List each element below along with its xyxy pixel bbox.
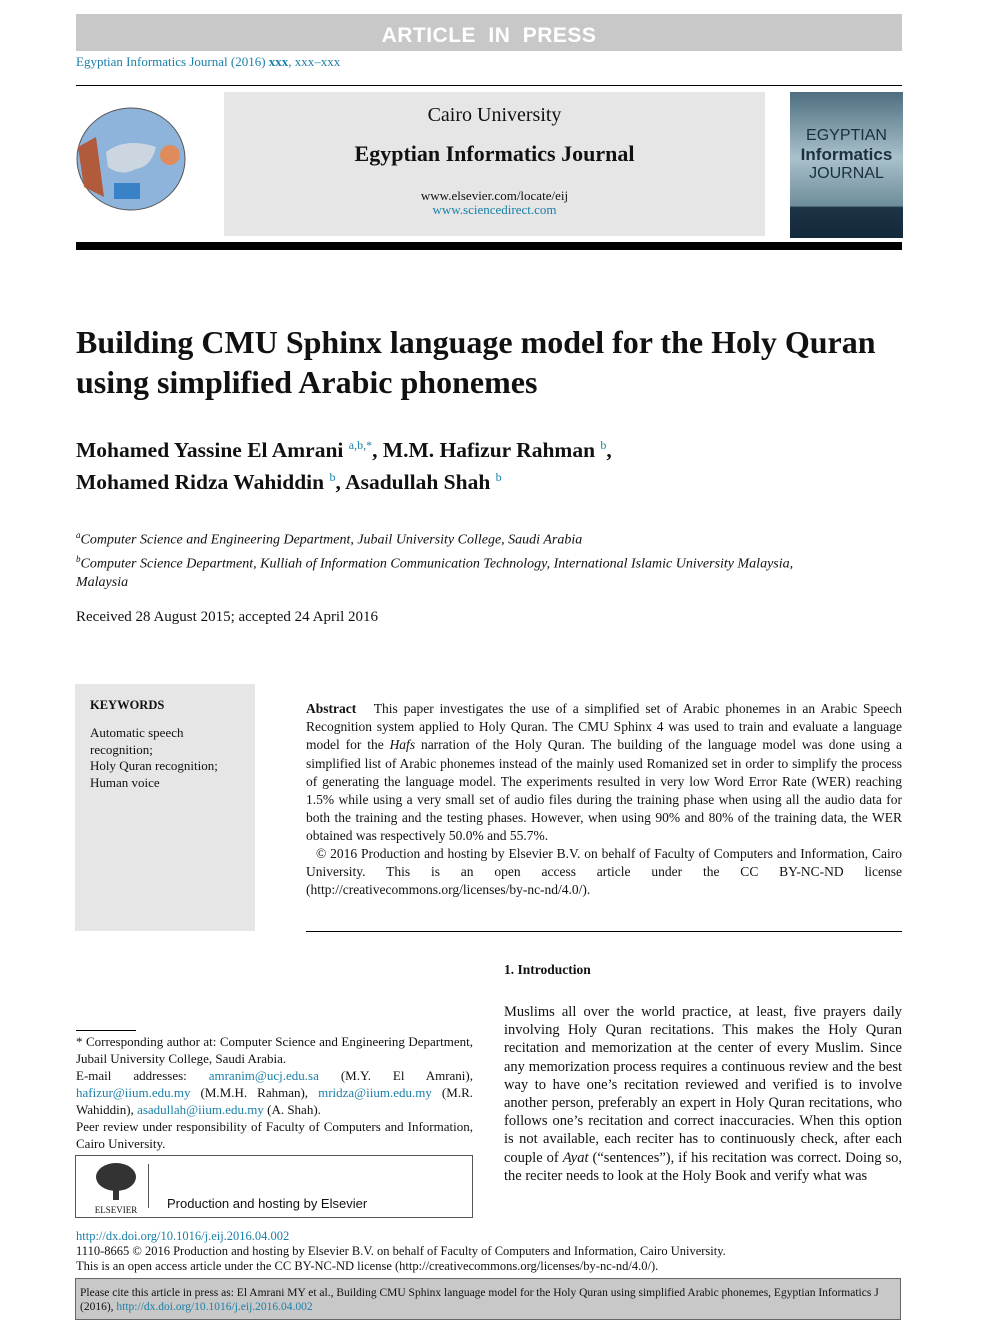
elsevier-hosting-label: Production and hosting by Elsevier (167, 1196, 368, 1211)
author-name: M.M. Hafizur Rahman (382, 438, 596, 463)
divider (76, 85, 902, 86)
journal-citation[interactable]: Egyptian Informatics Journal (2016) xxx,… (76, 54, 340, 70)
affiliation-text: Computer Science and Engineering Departm… (80, 532, 583, 548)
email-link[interactable]: hafizur@iium.edu.my (76, 1085, 191, 1100)
intro-paragraph: Muslims all over the world practice, at … (504, 1003, 902, 1185)
article-in-press-banner: ARTICLE IN PRESS (76, 14, 902, 51)
received-dates: Received 28 August 2015; accepted 24 Apr… (76, 609, 379, 625)
separator: , (335, 470, 346, 495)
email-owner: (M.M.H. Rahman), (190, 1085, 319, 1100)
abstract-label: Abstract (306, 701, 357, 716)
section-heading: 1. Introduction (504, 962, 591, 977)
university-name: Cairo University (427, 104, 562, 126)
email-owner: (M.Y. El Amrani), (318, 1068, 473, 1083)
peer-review-note: Peer review under responsibility of Facu… (76, 1119, 473, 1151)
journal-name: Egyptian Informatics Journal (354, 141, 635, 166)
elsevier-logo-text: ELSEVIER (94, 1205, 138, 1215)
author-affiliation-ref[interactable]: b (496, 470, 502, 484)
italic-term: Ayat (562, 1149, 589, 1166)
divider (306, 931, 902, 932)
author-name: Mohamed Ridza Wahiddin (76, 470, 325, 495)
citation-volume: xxx (268, 54, 289, 69)
author-name: Asadullah Shah (345, 470, 491, 495)
keyword: Automatic speech recognition; (90, 725, 184, 757)
separator: , (372, 438, 383, 463)
journal-cover: EGYPTIAN Informatics JOURNAL (790, 92, 903, 238)
abstract: Abstract This paper investigates the use… (306, 700, 902, 899)
affiliation: aComputer Science and Engineering Depart… (76, 526, 836, 550)
citation-prefix: Egyptian Informatics Journal (2016) (76, 54, 269, 69)
sciencedirect-link[interactable]: www.sciencedirect.com (224, 203, 765, 217)
corresponding-author-note: * Corresponding author at: Computer Scie… (76, 1034, 473, 1066)
email-link[interactable]: asadullah@iium.edu.my (137, 1102, 264, 1117)
email-link[interactable]: amranim@ucj.edu.sa (209, 1068, 319, 1083)
email-link[interactable]: mridza@iium.edu.my (318, 1085, 432, 1100)
abstract-italic: Hafs (389, 737, 416, 753)
author-list: Mohamed Yassine El Amrani a,b,*, M.M. Ha… (76, 432, 896, 496)
author-name: Mohamed Yassine El Amrani (76, 438, 344, 463)
email-addresses: E-mail addresses: amranim@ucj.edu.sa (M.… (76, 1067, 473, 1118)
bottom-info: http://dx.doi.org/10.1016/j.eij.2016.04.… (76, 1229, 902, 1274)
divider (148, 1164, 149, 1208)
footnotes: * Corresponding author at: Computer Scie… (76, 1033, 473, 1152)
elsevier-box: ELSEVIER Production and hosting by Elsev… (75, 1155, 473, 1218)
faculty-logo (76, 107, 186, 211)
header-divider (76, 242, 902, 250)
article-page: ARTICLE IN PRESS Egyptian Informatics Jo… (0, 0, 992, 1323)
issn-copyright: 1110-8665 © 2016 Production and hosting … (76, 1244, 726, 1258)
cite-doi-link[interactable]: http://dx.doi.org/10.1016/j.eij.2016.04.… (116, 1301, 312, 1313)
journal-url[interactable]: www.elsevier.com/locate/eij (224, 189, 765, 203)
footnote-rule (76, 1030, 136, 1031)
journal-header: Cairo University Egyptian Informatics Jo… (224, 92, 765, 236)
affiliation: bComputer Science Department, Kulliah of… (76, 550, 836, 593)
keywords-heading: KEYWORDS (90, 698, 165, 712)
cover-line: JOURNAL (809, 165, 884, 182)
article-title: Building CMU Sphinx language model for t… (76, 324, 876, 400)
keywords-box: KEYWORDS Automatic speech recognition; H… (75, 684, 255, 931)
keyword: Human voice (90, 774, 160, 790)
separator: , (606, 438, 612, 463)
email-label: E-mail addresses: (76, 1068, 209, 1083)
doi-link[interactable]: http://dx.doi.org/10.1016/j.eij.2016.04.… (76, 1229, 289, 1243)
abstract-text: narration of the Holy Quran. The buildin… (306, 737, 902, 844)
affiliation-text: Computer Science Department, Kulliah of … (76, 556, 794, 591)
citation-pages: , xxx–xxx (288, 54, 341, 69)
cite-this-article-box: Please cite this article in press as: El… (75, 1278, 901, 1320)
copyright: © 2016 Production and hosting by Elsevie… (306, 845, 902, 898)
cover-line: Informatics (800, 145, 893, 164)
keyword: Holy Quran recognition; (90, 758, 218, 773)
affiliations: aComputer Science and Engineering Depart… (76, 526, 836, 592)
author-affiliation-ref[interactable]: a,b,* (349, 438, 372, 452)
email-owner: (A. Shah). (263, 1102, 321, 1117)
license-note: This is an open access article under the… (76, 1259, 659, 1273)
text: Muslims all over the world practice, at … (504, 1004, 902, 1166)
elsevier-tree-logo: ELSEVIER (94, 1162, 138, 1215)
cover-line: EGYPTIAN (806, 127, 887, 144)
